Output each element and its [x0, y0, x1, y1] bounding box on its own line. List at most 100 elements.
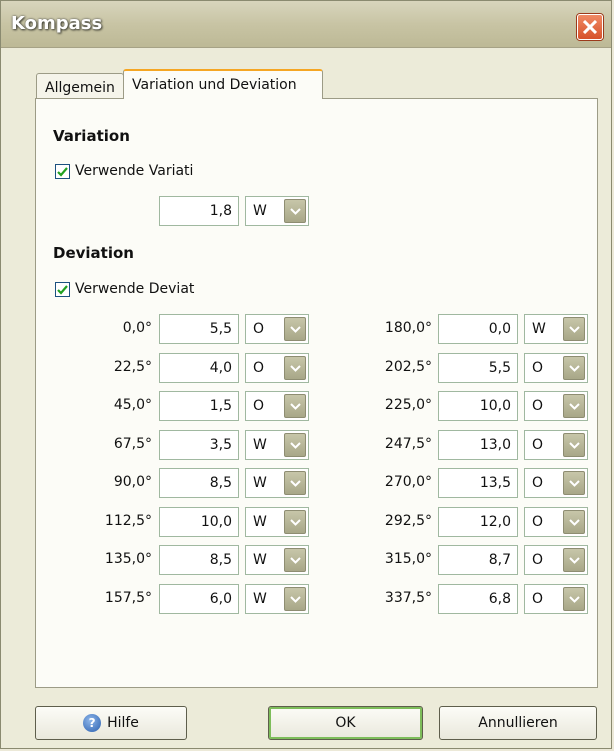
deviation-direction-select[interactable]: O	[524, 507, 588, 537]
deviation-direction-value: O	[532, 591, 544, 607]
deviation-value-input[interactable]: 8,7	[438, 545, 518, 575]
ok-button[interactable]: OK	[268, 706, 423, 740]
deviation-direction-select[interactable]: O	[524, 430, 588, 460]
deviation-direction-value: W	[253, 475, 267, 491]
deviation-direction-select[interactable]: O	[245, 314, 309, 344]
use-deviation-checkbox-row[interactable]: Verwende Deviat	[55, 281, 194, 297]
dropdown-button[interactable]	[284, 199, 306, 223]
deviation-value-input[interactable]: 12,0	[438, 507, 518, 537]
dropdown-button[interactable]	[284, 548, 306, 572]
chevron-down-icon	[290, 596, 301, 603]
use-deviation-checkbox[interactable]	[55, 281, 70, 297]
dropdown-button[interactable]	[563, 433, 585, 457]
deviation-value-input[interactable]: 10,0	[159, 507, 239, 537]
dropdown-button[interactable]	[284, 510, 306, 534]
deviation-value-input[interactable]: 5,5	[438, 353, 518, 383]
deviation-value-input[interactable]: 6,0	[159, 584, 239, 614]
deviation-direction-select[interactable]: W	[245, 545, 309, 575]
deviation-direction-select[interactable]: O	[524, 545, 588, 575]
deviation-direction-select[interactable]: O	[524, 584, 588, 614]
chevron-down-icon	[290, 519, 301, 526]
deviation-direction-select[interactable]: O	[524, 391, 588, 421]
deviation-direction-value: O	[532, 514, 544, 530]
deviation-angle-label: 225,0°	[384, 397, 432, 413]
variation-heading: Variation	[53, 127, 130, 145]
cancel-button[interactable]: Annullieren	[439, 706, 597, 740]
dropdown-button[interactable]	[563, 510, 585, 534]
ok-button-label: OK	[335, 715, 356, 731]
deviation-direction-value: W	[253, 552, 267, 568]
window-title: Kompass	[11, 13, 103, 34]
dialog-window: Kompass Allgemein Variation und Deviatio…	[0, 0, 612, 749]
dropdown-button[interactable]	[284, 317, 306, 341]
deviation-value-input[interactable]: 10,0	[438, 391, 518, 421]
chevron-down-icon	[290, 208, 301, 215]
dropdown-button[interactable]	[563, 471, 585, 495]
help-button[interactable]: ? Hilfe	[35, 706, 187, 740]
dropdown-button[interactable]	[563, 317, 585, 341]
close-icon	[583, 20, 597, 34]
deviation-value-input[interactable]: 0,0	[438, 314, 518, 344]
chevron-down-icon	[290, 480, 301, 487]
deviation-value-input[interactable]: 8,5	[159, 468, 239, 498]
checkmark-icon	[57, 284, 68, 295]
deviation-angle-label: 157,5°	[104, 590, 152, 606]
dropdown-button[interactable]	[284, 471, 306, 495]
deviation-direction-select[interactable]: W	[245, 507, 309, 537]
title-bar[interactable]: Kompass	[1, 1, 611, 48]
deviation-value-input[interactable]: 4,0	[159, 353, 239, 383]
deviation-direction-value: W	[253, 437, 267, 453]
deviation-angle-label: 112,5°	[104, 513, 152, 529]
deviation-angle-label: 135,0°	[104, 551, 152, 567]
deviation-value-input[interactable]: 13,5	[438, 468, 518, 498]
chevron-down-icon	[290, 442, 301, 449]
chevron-down-icon	[569, 519, 580, 526]
chevron-down-icon	[290, 326, 301, 333]
deviation-angle-label: 202,5°	[384, 359, 432, 375]
close-button[interactable]	[577, 14, 603, 40]
dropdown-button[interactable]	[563, 356, 585, 380]
deviation-direction-select[interactable]: O	[245, 353, 309, 383]
deviation-value-input[interactable]: 1,5	[159, 391, 239, 421]
deviation-value-input[interactable]: 3,5	[159, 430, 239, 460]
deviation-direction-value: O	[532, 437, 544, 453]
dropdown-button[interactable]	[563, 548, 585, 572]
variation-direction-select[interactable]: W	[245, 196, 309, 226]
dropdown-button[interactable]	[284, 587, 306, 611]
deviation-value-input[interactable]: 6,8	[438, 584, 518, 614]
dropdown-button[interactable]	[284, 356, 306, 380]
deviation-angle-label: 45,0°	[113, 397, 152, 413]
help-icon: ?	[83, 714, 102, 732]
use-variation-label: Verwende Variati	[75, 163, 194, 179]
tab-variation-deviation[interactable]: Variation und Deviation	[123, 69, 323, 99]
chevron-down-icon	[569, 480, 580, 487]
dropdown-button[interactable]	[563, 394, 585, 418]
deviation-angle-label: 247,5°	[384, 436, 432, 452]
variation-value-input[interactable]: 1,8	[159, 196, 239, 226]
deviation-value-input[interactable]: 5,5	[159, 314, 239, 344]
deviation-angle-label: 22,5°	[113, 359, 152, 375]
deviation-angle-label: 270,0°	[384, 474, 432, 490]
deviation-direction-select[interactable]: W	[245, 584, 309, 614]
deviation-value-input[interactable]: 13,0	[438, 430, 518, 460]
deviation-angle-label: 315,0°	[384, 551, 432, 567]
deviation-direction-select[interactable]: O	[245, 391, 309, 421]
deviation-direction-value: O	[253, 321, 265, 337]
deviation-direction-select[interactable]: O	[524, 468, 588, 498]
deviation-direction-select[interactable]: W	[245, 468, 309, 498]
tab-allgemein[interactable]: Allgemein	[36, 73, 124, 99]
dropdown-button[interactable]	[284, 394, 306, 418]
dropdown-button[interactable]	[284, 433, 306, 457]
deviation-value-input[interactable]: 8,5	[159, 545, 239, 575]
deviation-angle-label: 180,0°	[384, 320, 432, 336]
deviation-direction-value: O	[532, 360, 544, 376]
use-variation-checkbox[interactable]	[55, 163, 70, 179]
deviation-direction-select[interactable]: W	[245, 430, 309, 460]
chevron-down-icon	[290, 403, 301, 410]
checkmark-icon	[57, 166, 68, 177]
deviation-direction-select[interactable]: O	[524, 353, 588, 383]
dropdown-button[interactable]	[563, 587, 585, 611]
variation-direction-value: W	[253, 203, 267, 219]
use-variation-checkbox-row[interactable]: Verwende Variati	[55, 163, 193, 179]
deviation-direction-select[interactable]: W	[524, 314, 588, 344]
